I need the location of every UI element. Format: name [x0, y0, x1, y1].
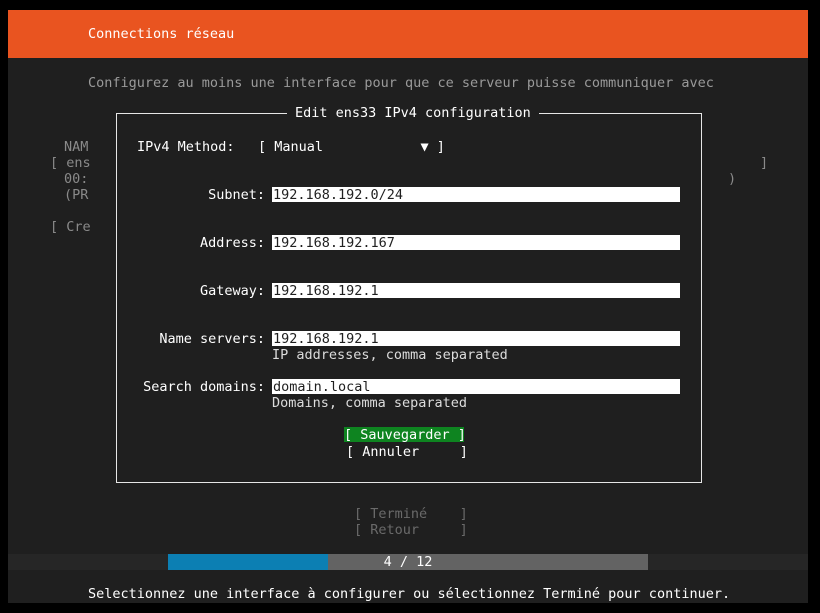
- bg-interface-row[interactable]: [ ens: [50, 155, 91, 171]
- progress-text: 4 / 12: [383, 554, 433, 570]
- header-bar: Connections réseau: [8, 10, 808, 58]
- subnet-input[interactable]: 192.168.192.0/24: [272, 187, 680, 202]
- save-button[interactable]: [ Sauvegarder ]: [344, 427, 466, 443]
- search-domains-label: Search domains:: [143, 379, 265, 395]
- progress-bar: 4 / 12: [168, 554, 648, 570]
- intro-text: Configurez au moins une interface pour q…: [88, 75, 714, 91]
- search-domains-help: Domains, comma separated: [272, 395, 468, 411]
- bg-row-paren: ): [728, 171, 737, 187]
- bg-create-bond-button[interactable]: [ Cre: [50, 219, 91, 235]
- name-servers-label: Name servers:: [159, 331, 265, 347]
- gateway-label: Gateway:: [199, 283, 265, 299]
- address-input[interactable]: 192.168.192.167: [272, 235, 680, 250]
- ipv4-method-select[interactable]: [ Manual ▼ ]: [258, 139, 445, 155]
- address-label: Address:: [199, 235, 265, 251]
- gateway-input[interactable]: 192.168.192.1: [272, 283, 680, 298]
- progress-track: 4 / 12: [8, 554, 808, 570]
- cancel-button[interactable]: [ Annuler ]: [346, 444, 468, 460]
- dialog-title: Edit ens33 IPv4 configuration: [287, 105, 539, 121]
- name-servers-help: IP addresses, comma separated: [272, 347, 508, 363]
- search-domains-input[interactable]: domain.local: [272, 379, 680, 394]
- bg-row-bracket: ]: [760, 155, 769, 171]
- ipv4-config-dialog: Edit ens33 IPv4 configuration IPv4 Metho…: [116, 105, 702, 483]
- bg-mac-address: 00:: [64, 171, 89, 187]
- subnet-label: Subnet:: [208, 187, 265, 203]
- done-button[interactable]: [ Terminé ]: [354, 506, 468, 522]
- ipv4-method-label: IPv4 Method:: [137, 139, 235, 155]
- footer-hint: Selectionnez une interface à configurer …: [88, 586, 731, 602]
- back-button[interactable]: [ Retour ]: [354, 522, 468, 538]
- installer-screen: Connections réseau Configurez au moins u…: [8, 10, 808, 603]
- page-title: Connections réseau: [88, 26, 235, 42]
- name-servers-input[interactable]: 192.168.192.1: [272, 331, 680, 346]
- bg-column-name: NAM: [64, 139, 89, 155]
- bg-status: (PR: [64, 187, 89, 203]
